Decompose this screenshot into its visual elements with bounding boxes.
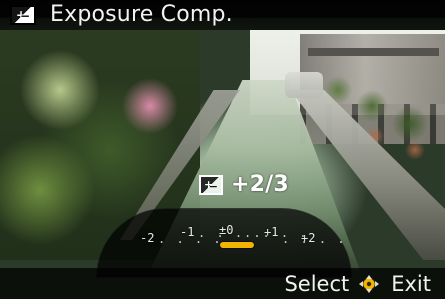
bottom-actions: Select Exit xyxy=(284,270,431,297)
dial-label-plus-2: +2 xyxy=(301,231,316,245)
navigation-pad-icon[interactable] xyxy=(357,274,381,294)
exposure-readout: + − +2/3 xyxy=(193,170,295,199)
dial-label-minus-1: -1 xyxy=(180,225,195,239)
dial-indicator xyxy=(220,242,254,248)
exposure-compensation-icon: + − xyxy=(10,5,36,25)
camera-screen: + − Exposure Comp. + − +2/3 -2 . . . . -… xyxy=(0,0,445,299)
exposure-compensation-icon: + − xyxy=(199,174,223,195)
dial-label-minus-2: -2 xyxy=(140,231,155,245)
dial-label-plus-1: +1 xyxy=(264,225,279,239)
exit-label[interactable]: Exit xyxy=(391,272,431,296)
dial-label-zero: ±0 xyxy=(219,223,234,237)
bottom-bar: Select Exit xyxy=(0,268,445,299)
minus-sign: − xyxy=(19,9,30,23)
minus-sign: − xyxy=(208,179,218,193)
select-label: Select xyxy=(284,271,350,296)
menu-title: Exposure Comp. xyxy=(50,2,233,27)
top-bar: + − Exposure Comp. xyxy=(0,0,445,30)
exposure-value: +2/3 xyxy=(231,172,289,197)
boat xyxy=(285,72,323,98)
